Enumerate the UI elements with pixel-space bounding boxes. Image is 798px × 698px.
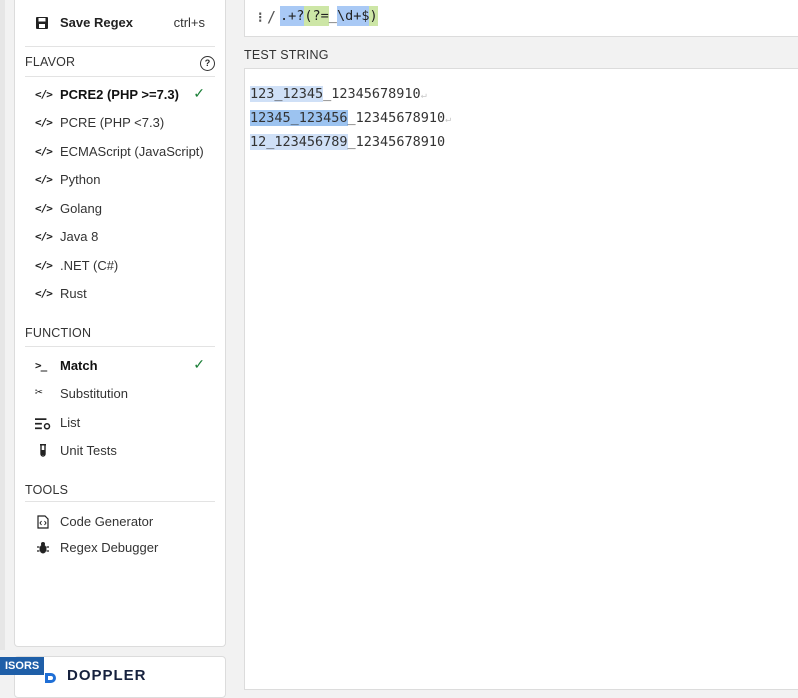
regex-pattern[interactable]: .+?(?=_\d+$) — [280, 6, 378, 26]
save-regex-label: Save Regex — [60, 15, 133, 30]
terminal-icon: >_ — [35, 359, 47, 372]
regex-token: ) — [369, 6, 378, 26]
flavor-item-ecmascript[interactable]: </> ECMAScript (JavaScript) — [25, 141, 215, 163]
regex-delimiter: / — [267, 8, 277, 26]
sponsor-name: DOPPLER — [67, 667, 147, 684]
tools-title: TOOLS — [25, 483, 69, 497]
function-label: List — [60, 415, 81, 430]
flavor-item-dotnet[interactable]: </> .NET (C#) — [25, 255, 215, 277]
divider — [25, 346, 215, 347]
code-icon: </> — [35, 259, 53, 272]
line-rest: _12345678910 — [347, 134, 446, 150]
save-shortcut: ctrl+s — [173, 15, 205, 30]
test-tube-icon — [40, 444, 46, 457]
line-rest: _12345678910 — [323, 86, 421, 102]
regex-token: \d+ — [336, 6, 362, 26]
scissors-icon: ✂ — [35, 385, 43, 400]
test-line: 12345_123456_12345678910↵ — [250, 110, 451, 126]
code-icon: </> — [35, 88, 53, 101]
test-line: 123_12345_12345678910↵ — [250, 86, 427, 102]
code-icon: </> — [35, 230, 53, 243]
regex-input[interactable]: ⁝ / .+?(?=_\d+$) — [244, 0, 798, 37]
function-item-unit-tests[interactable]: Unit Tests — [25, 440, 215, 462]
tool-item-code-generator[interactable]: Code Generator — [25, 511, 215, 533]
function-label: Match — [60, 358, 98, 373]
flavor-item-java[interactable]: </> Java 8 — [25, 226, 215, 248]
sponsors-tag: ISORS — [0, 657, 45, 675]
test-string-label: TEST STRING — [244, 48, 329, 62]
code-icon: </> — [35, 173, 53, 186]
help-icon[interactable]: ? — [200, 56, 215, 71]
tool-label: Code Generator — [60, 514, 154, 529]
flavor-label: Java 8 — [60, 229, 99, 244]
flavor-item-pcre[interactable]: </> PCRE (PHP <7.3) — [25, 112, 215, 134]
drag-handle-icon[interactable]: ⁝ — [258, 9, 262, 26]
function-item-match[interactable]: >_ Match ✓ — [25, 355, 215, 377]
function-label: Substitution — [60, 386, 128, 401]
flavor-label: Python — [60, 172, 101, 187]
code-icon: </> — [35, 145, 53, 158]
sponsor-card[interactable]: DOPPLER — [14, 656, 226, 698]
function-item-substitution[interactable]: ✂ Substitution — [25, 383, 215, 405]
left-edge-strip — [0, 0, 5, 650]
regex-token: (?= — [304, 6, 329, 26]
save-regex-button[interactable]: Save Regex ctrl+s — [15, 0, 225, 46]
function-label: Unit Tests — [60, 443, 117, 458]
tool-label: Regex Debugger — [60, 540, 159, 555]
flavor-item-golang[interactable]: </> Golang — [25, 198, 215, 220]
newline-icon: ↵ — [420, 90, 427, 101]
flavor-item-python[interactable]: </> Python — [25, 169, 215, 191]
function-item-list[interactable]: List — [25, 412, 215, 434]
tool-item-regex-debugger[interactable]: Regex Debugger — [25, 537, 215, 559]
flavor-label: .NET (C#) — [60, 258, 119, 273]
flavor-label: ECMAScript (JavaScript) — [60, 144, 204, 159]
match-highlight: 123_12345 — [250, 86, 324, 102]
flavor-label: PCRE (PHP <7.3) — [60, 115, 165, 130]
match-highlight: 12_123456789 — [250, 134, 348, 150]
divider — [25, 76, 215, 77]
flavor-item-rust[interactable]: </> Rust — [25, 283, 215, 305]
check-icon: ✓ — [193, 356, 205, 372]
code-icon: </> — [35, 116, 53, 129]
divider — [25, 501, 215, 502]
code-icon: </> — [35, 202, 53, 215]
flavor-label: PCRE2 (PHP >=7.3) — [60, 87, 179, 102]
check-icon: ✓ — [193, 85, 205, 101]
code-icon: </> — [35, 287, 53, 300]
sidebar: Save Regex ctrl+s FLAVOR ? </> PCRE2 (PH… — [14, 0, 226, 647]
newline-icon: ↵ — [445, 114, 452, 125]
code-file-icon — [37, 515, 49, 529]
test-string-editor[interactable]: 123_12345_12345678910↵ 12345_123456_1234… — [244, 68, 798, 690]
flavor-label: Golang — [60, 201, 102, 216]
regex-token: _ — [328, 8, 337, 24]
flavor-title: FLAVOR — [25, 55, 76, 69]
function-title: FUNCTION — [25, 326, 92, 340]
match-highlight: 12345_123456 — [250, 110, 348, 126]
line-rest: _12345678910 — [347, 110, 446, 126]
bug-icon — [37, 542, 49, 554]
doppler-logo-icon — [45, 673, 56, 683]
flavor-item-pcre2[interactable]: </> PCRE2 (PHP >=7.3) ✓ — [25, 84, 215, 106]
flavor-label: Rust — [60, 286, 87, 301]
list-icon — [35, 418, 51, 430]
regex-token: .+ — [280, 6, 297, 26]
divider — [25, 46, 215, 47]
test-line: 12_123456789_12345678910 — [250, 134, 445, 150]
save-icon — [36, 17, 48, 29]
